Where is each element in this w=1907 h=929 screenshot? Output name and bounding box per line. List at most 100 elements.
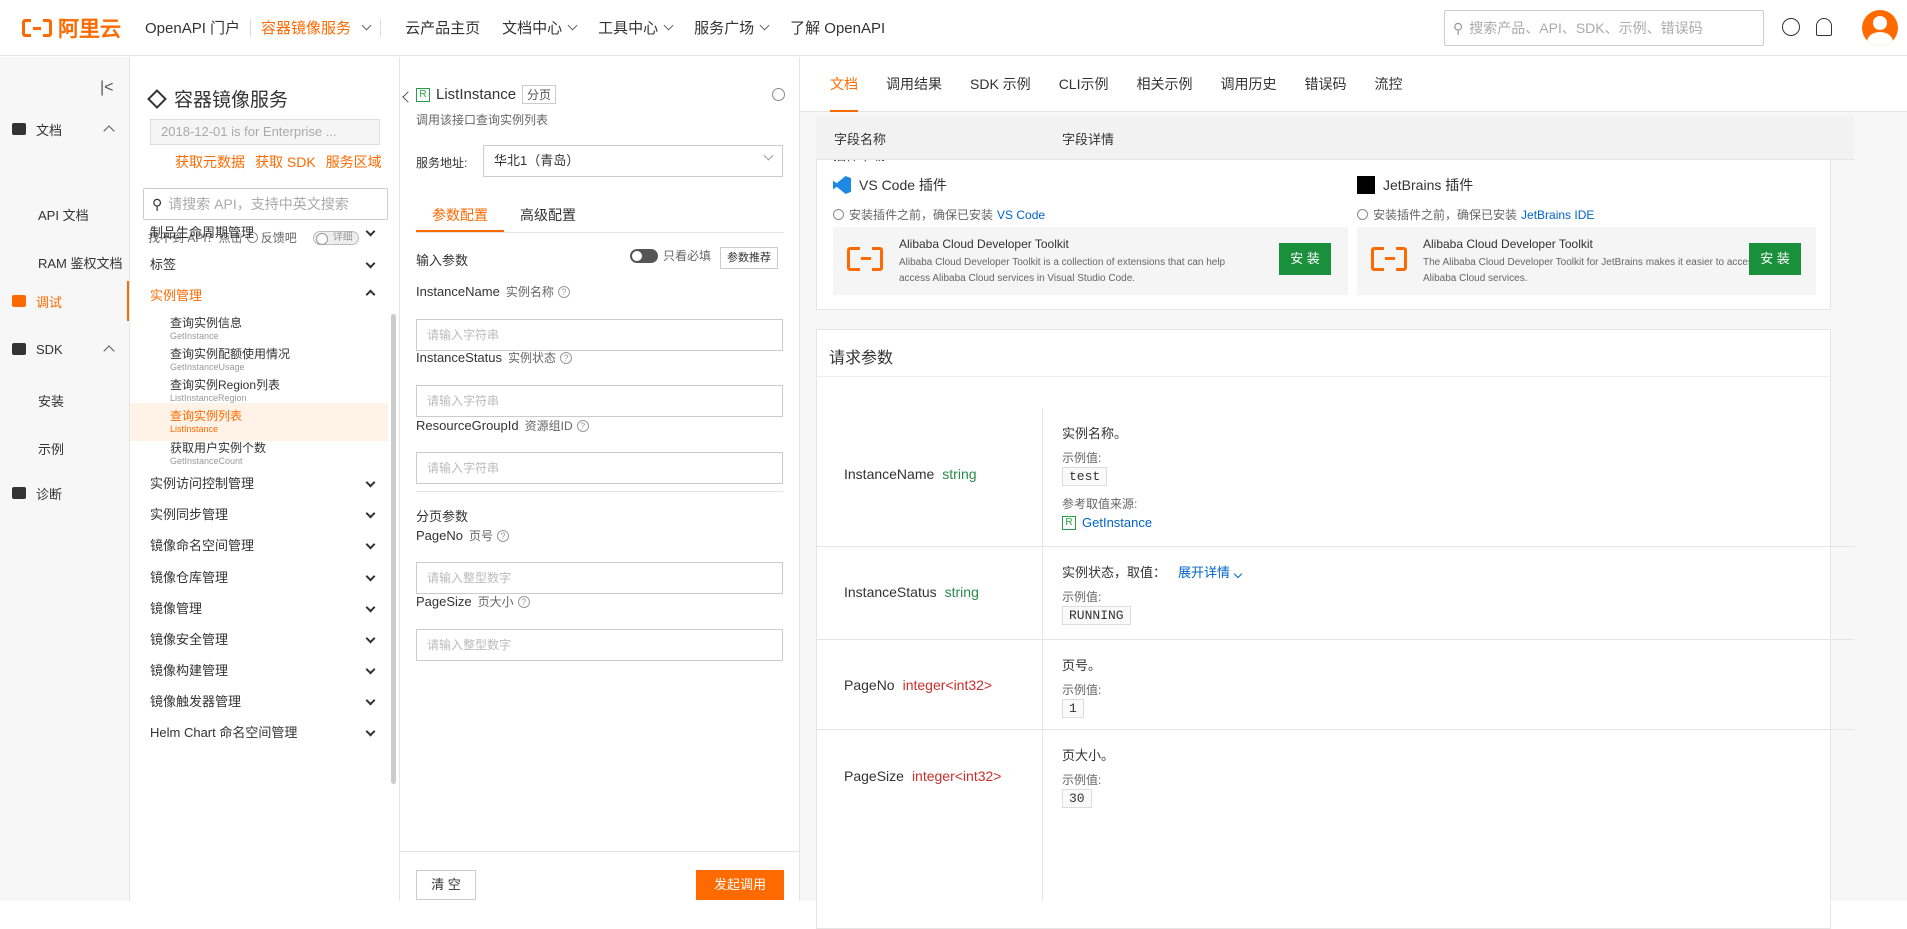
instance-status-input[interactable]: 请输入字符串 — [416, 385, 783, 417]
group-namespace[interactable]: 镜像命名空间管理 — [150, 535, 378, 554]
tab-error-codes[interactable]: 错误码 — [1290, 57, 1360, 111]
page-size-input[interactable]: 请输入整型数字 — [416, 629, 783, 661]
tab-cli-example[interactable]: CLI示例 — [1045, 57, 1123, 111]
instance-name-input[interactable]: 请输入字符串 — [416, 319, 783, 351]
nav-tools[interactable]: 工具中心 — [598, 17, 674, 38]
group-label: 制品生命周期管理 — [150, 225, 255, 240]
group-image-security[interactable]: 镜像安全管理 — [150, 629, 378, 648]
nav-doc[interactable]: 文档 — [0, 109, 129, 149]
group-repo[interactable]: 镜像仓库管理 — [150, 567, 378, 586]
api-list-panel: 容器镜像服务 2018-12-01 is for Enterprise ... … — [130, 57, 400, 901]
tab-param-config[interactable]: 参数配置 — [416, 197, 504, 232]
aliyun-logo-icon — [22, 17, 52, 40]
api-badge-icon: R — [1062, 515, 1076, 530]
divider — [380, 18, 382, 37]
help-icon[interactable]: ? — [497, 529, 509, 542]
tab-related[interactable]: 相关示例 — [1122, 57, 1206, 111]
install-jetbrains-button[interactable]: 安 装 — [1749, 243, 1801, 275]
ref-link[interactable]: R GetInstance — [1062, 515, 1152, 530]
install-vscode-button[interactable]: 安 装 — [1279, 243, 1331, 275]
brand-name: 阿里云 — [58, 17, 121, 41]
jetbrains-note: 安装插件之前，确保已安装 JetBrains IDE — [1357, 206, 1594, 223]
placeholder: 请输入字符串 — [427, 394, 500, 408]
note-text: 安装插件之前，确保已安装 — [849, 208, 994, 222]
help-icon[interactable]: ? — [560, 351, 573, 364]
chevron-left-icon[interactable] — [402, 91, 414, 103]
chevron-down-icon — [365, 571, 376, 582]
vscode-link[interactable]: VS Code — [997, 208, 1045, 222]
group-helm[interactable]: Helm Chart 命名空间管理 — [150, 722, 378, 741]
api-get-instance-count[interactable]: 获取用户实例个数 GetInstanceCount — [130, 435, 388, 473]
nav-docs[interactable]: 文档中心 — [502, 17, 578, 38]
jetbrains-link[interactable]: JetBrains IDE — [1521, 208, 1594, 222]
nav-api-doc[interactable]: API 文档 — [38, 205, 89, 224]
tab-throttling[interactable]: 流控 — [1360, 57, 1416, 111]
region-link[interactable]: 服务区域 — [326, 152, 382, 172]
tab-sdk-example[interactable]: SDK 示例 — [956, 57, 1045, 111]
vscode-icon — [833, 176, 851, 194]
plugin-desc: The Alibaba Cloud Developer Toolkit for … — [1423, 257, 1758, 284]
nav-debug[interactable]: 调试 — [0, 281, 129, 321]
group-instance-sync[interactable]: 实例同步管理 — [150, 504, 378, 523]
nav-diagnose[interactable]: 诊断 — [0, 473, 129, 513]
portal-link[interactable]: OpenAPI 门户 — [145, 17, 240, 38]
resource-group-input[interactable]: 请输入字符串 — [416, 452, 783, 484]
tab-advanced-config[interactable]: 高级配置 — [504, 197, 592, 232]
nav-example[interactable]: 示例 — [38, 439, 64, 458]
avatar[interactable] — [1862, 10, 1898, 46]
global-search-input[interactable]: ⚲ 搜索产品、API、SDK、示例、错误码 — [1444, 10, 1764, 46]
only-required-toggle[interactable]: 只看必填 — [630, 247, 711, 264]
table-row: InstanceStatus string 实例状态，取值： 展开详情 示例值: R… — [816, 547, 1854, 640]
tab-doc[interactable]: 文档 — [816, 57, 872, 112]
sdk-link[interactable]: 获取 SDK — [255, 152, 316, 172]
dashboard-icon[interactable] — [1782, 18, 1800, 36]
nav-product-home[interactable]: 云产品主页 — [405, 17, 480, 38]
tab-result[interactable]: 调用结果 — [872, 57, 956, 111]
page-no-input[interactable]: 请输入整型数字 — [416, 562, 783, 594]
aliyun-logo[interactable]: 阿里云 — [22, 13, 121, 43]
group-label: 镜像仓库管理 — [150, 570, 229, 585]
field-label-instance-status: InstanceStatus 实例状态 ? — [416, 349, 573, 366]
tab-history[interactable]: 调用历史 — [1206, 57, 1290, 111]
service-address-value: 华北1（青岛） — [494, 153, 580, 168]
api-badge-icon: R — [416, 87, 430, 102]
api-en: ListInstanceRegion — [170, 393, 247, 403]
toolkit-logo-icon — [847, 244, 883, 274]
group-image[interactable]: 镜像管理 — [150, 598, 378, 617]
nav-about[interactable]: 了解 OpenAPI — [790, 17, 885, 38]
help-icon[interactable]: ? — [576, 419, 589, 432]
api-en: ListInstance — [170, 424, 219, 434]
expand-details-link[interactable]: 展开详情 — [1178, 565, 1243, 580]
service-address-select[interactable]: 华北1（青岛） — [483, 145, 783, 177]
nav-services[interactable]: 服务广场 — [694, 17, 770, 38]
help-icon[interactable]: ? — [557, 285, 570, 298]
invoke-button[interactable]: 发起调用 — [696, 870, 784, 900]
api-list-scrollbar[interactable] — [391, 314, 396, 784]
group-label: 镜像命名空间管理 — [150, 538, 255, 553]
nav-ram-doc[interactable]: RAM 鉴权文档 — [38, 253, 123, 272]
more-icon[interactable] — [772, 88, 785, 101]
field-name-cell: InstanceName string — [844, 466, 977, 482]
nav-install[interactable]: 安装 — [38, 391, 64, 410]
field-label-resource-group: ResourceGroupId 资源组ID ? — [416, 417, 589, 434]
help-icon[interactable]: ? — [517, 595, 530, 608]
switch[interactable] — [630, 248, 658, 263]
group-trigger[interactable]: 镜像触发器管理 — [150, 691, 378, 710]
metadata-link[interactable]: 获取元数据 — [175, 152, 245, 172]
product-selector[interactable]: 容器镜像服务 — [261, 17, 372, 38]
bell-icon[interactable] — [1816, 18, 1832, 36]
param-recommend-button[interactable]: 参数推荐 — [720, 247, 778, 269]
group-image-build[interactable]: 镜像构建管理 — [150, 660, 378, 679]
group-tag[interactable]: 标签 — [150, 254, 378, 273]
api-search-input[interactable]: ⚲ 请搜索 API，支持中英文搜索 — [143, 188, 388, 220]
group-label: Helm Chart 命名空间管理 — [150, 725, 298, 740]
group-lifecycle[interactable]: 制品生命周期管理 — [150, 222, 378, 241]
collapse-sidebar-icon[interactable]: |< — [100, 79, 114, 97]
version-select[interactable]: 2018-12-01 is for Enterprise ... — [150, 119, 380, 145]
group-instance[interactable]: 实例管理 — [150, 285, 378, 304]
clear-button[interactable]: 清 空 — [416, 870, 476, 900]
group-instance-acl[interactable]: 实例访问控制管理 — [150, 473, 378, 492]
sdk-icon — [12, 343, 26, 355]
nav-sdk[interactable]: SDK — [0, 329, 129, 369]
search-icon: ⚲ — [152, 195, 163, 212]
